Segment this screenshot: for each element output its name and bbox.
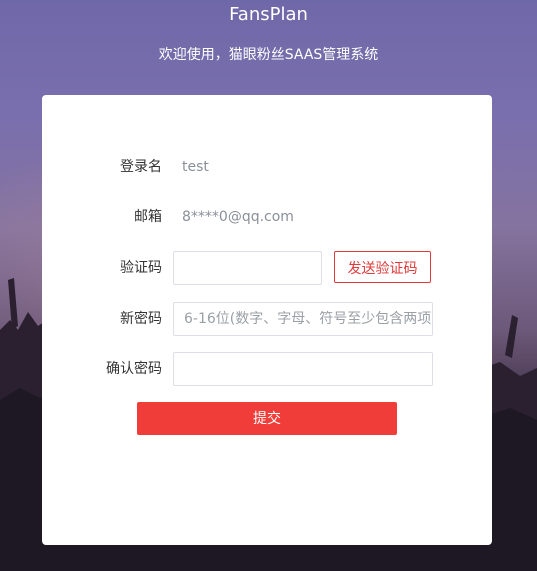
login-name-value: test (182, 159, 209, 175)
email-row: 邮箱 8****0@qq.com (42, 200, 492, 234)
login-name-label: 登录名 (120, 159, 162, 175)
email-value: 8****0@qq.com (182, 209, 294, 225)
verification-code-row: 验证码 发送验证码 (42, 251, 492, 285)
send-verification-code-button[interactable]: 发送验证码 (334, 251, 431, 283)
confirm-password-label: 确认密码 (106, 361, 162, 377)
verification-code-label: 验证码 (120, 260, 162, 276)
new-password-input[interactable] (173, 302, 433, 336)
submit-button[interactable]: 提交 (137, 402, 397, 435)
welcome-subtitle: 欢迎使用，猫眼粉丝SAAS管理系统 (158, 47, 379, 63)
confirm-password-row: 确认密码 (42, 352, 492, 386)
reset-password-card: 登录名 test 邮箱 8****0@qq.com 验证码 发送验证码 新密码 … (42, 95, 492, 545)
email-label: 邮箱 (134, 209, 162, 225)
login-name-row: 登录名 test (42, 150, 492, 184)
new-password-row: 新密码 (42, 302, 492, 336)
app-title: FansPlan (229, 4, 308, 25)
verification-code-input[interactable] (173, 251, 322, 285)
new-password-label: 新密码 (120, 311, 162, 327)
confirm-password-input[interactable] (173, 352, 433, 386)
